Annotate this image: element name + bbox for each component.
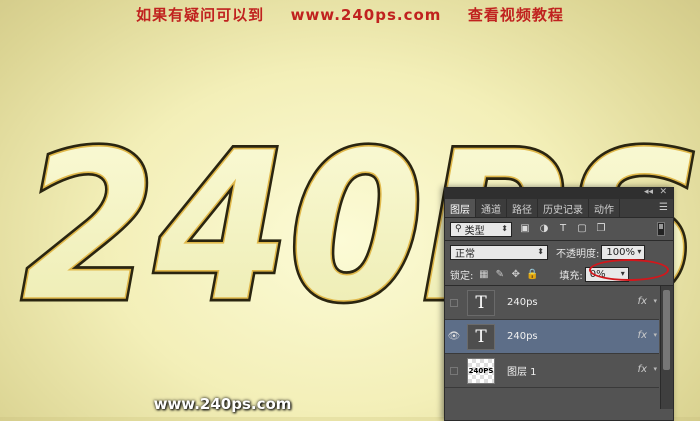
fill-label: 填充: [559,270,583,282]
filter-type-icon[interactable]: T [557,223,569,235]
filter-smart-object-icon[interactable]: ❐ [595,223,607,235]
lock-all-icon[interactable]: 🔒 [526,269,538,280]
layers-scrollbar[interactable] [660,286,673,409]
filter-shape-icon[interactable]: ▢ [576,223,588,235]
stepper-icon: ⬍ [537,246,544,256]
chevron-down-icon[interactable]: ▾ [653,365,657,373]
filter-adjustment-icon[interactable]: ◑ [538,223,550,235]
chevron-down-icon: ▾ [637,246,642,256]
panel-tabs: 图层 通道 路径 历史记录 动作 ☰ [445,199,673,218]
chevron-down-icon: ▾ [620,268,625,278]
lock-transparent-icon[interactable]: ▦ [478,269,489,280]
tab-layers[interactable]: 图层 [445,199,476,217]
filter-kind-select[interactable]: ⚲ 类型 ⬍ [450,221,512,237]
lock-move-icon[interactable]: ✥ [510,269,521,280]
tab-channels[interactable]: 通道 [476,199,507,217]
opacity-input[interactable]: 100% ▾ [601,244,646,260]
layer-row[interactable]: 240PS 图层 1 fx ▾ [445,354,659,388]
fx-icon[interactable]: fx [638,364,647,375]
layer-row[interactable]: T 240ps fx ▾ [445,286,659,320]
fx-icon[interactable]: fx [638,296,647,307]
panel-titlebar: ◂◂ ✕ [445,187,673,199]
footer-watermark: www.240ps.com [153,395,292,413]
layers-panel: ◂◂ ✕ 图层 通道 路径 历史记录 动作 ☰ ⚲ 类型 ⬍ ▣ ◑ T ▢ ❐… [444,187,674,421]
layer-name: 240ps [507,331,538,342]
eye-icon[interactable]: 👁 [445,331,463,342]
fill-input[interactable]: 0% ▾ [584,266,629,282]
scrollbar-thumb[interactable] [663,290,670,370]
type-layer-thumbnail-icon: T [467,323,495,350]
chevron-down-icon[interactable]: ▾ [653,297,657,305]
opacity-value: 100% [606,246,635,258]
lock-label: 锁定: [450,270,474,282]
tab-actions[interactable]: 动作 [589,199,620,217]
opacity-label: 不透明度: [556,248,600,260]
close-icon[interactable]: ✕ [659,187,667,197]
filter-kind-value: 类型 [464,225,485,237]
fill-value: 0% [589,268,606,280]
stepper-icon: ⬍ [501,223,508,233]
fx-icon[interactable]: fx [638,330,647,341]
tab-history[interactable]: 历史记录 [538,199,589,217]
image-layer-thumbnail: 240PS [467,357,495,384]
layer-row-selected[interactable]: 👁 T 240ps fx ▾ [445,320,659,354]
search-icon: ⚲ [455,224,462,234]
type-layer-thumbnail-icon: T [467,289,495,316]
lock-row: 锁定: ▦ ✎ ✥ 🔒 填充: 0% ▾ [445,259,673,285]
layer-name: 240ps [507,297,538,308]
filter-pixel-icon[interactable]: ▣ [519,223,531,235]
layer-name: 图层 1 [507,367,537,378]
collapse-icon[interactable]: ◂◂ [644,187,653,197]
filter-toggle[interactable] [657,222,665,236]
lock-brush-icon[interactable]: ✎ [494,269,505,280]
blend-mode-select[interactable]: 正常 ⬍ [450,244,548,260]
tab-paths[interactable]: 路径 [507,199,538,217]
panel-menu-icon[interactable]: ☰ [659,202,668,213]
blend-row: 正常 ⬍ 不透明度: 100% ▾ [445,241,673,263]
filter-row: ⚲ 类型 ⬍ ▣ ◑ T ▢ ❐ [445,218,673,240]
blend-mode-value: 正常 [455,248,475,260]
visibility-toggle[interactable] [450,366,458,375]
chevron-down-icon[interactable]: ▾ [653,331,657,339]
visibility-toggle[interactable] [450,298,458,307]
layers-list: T 240ps fx ▾ 👁 T 240ps fx ▾ 240PS 图层 1 f… [445,286,673,409]
